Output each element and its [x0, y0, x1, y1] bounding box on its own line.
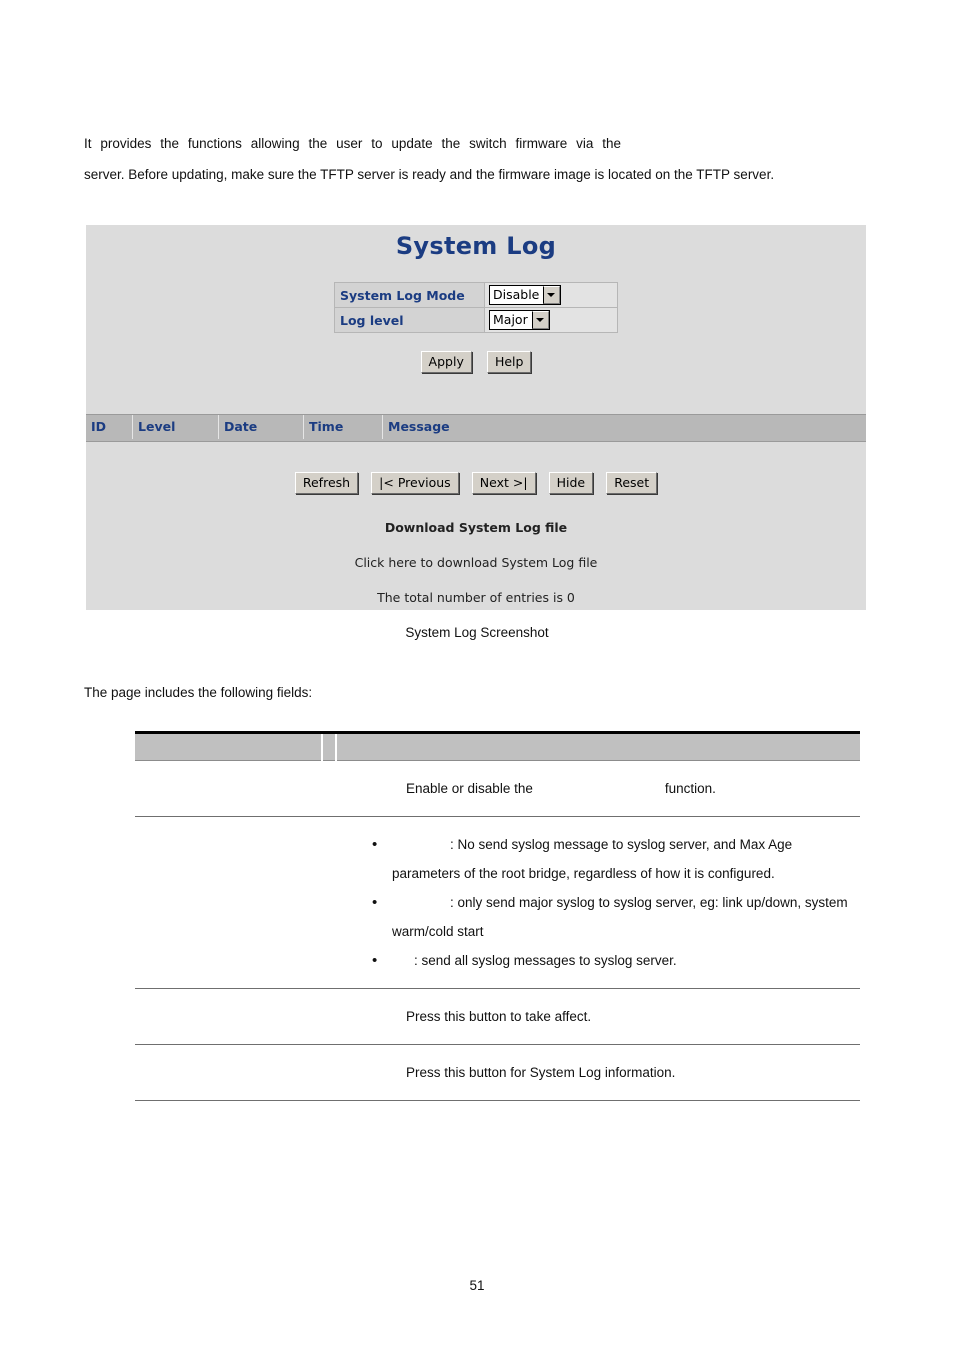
bullet-text-0: : No send syslog message to syslog serve… [392, 837, 793, 881]
fields-table-header-row [135, 734, 860, 761]
bullet-text-1: : only send major syslog to syslog serve… [392, 895, 848, 939]
table-row: Press this button for System Log informa… [135, 1044, 860, 1101]
fields-lead-in: The page includes the following fields: [84, 685, 313, 700]
page-number: 51 [469, 1278, 485, 1293]
apply-button[interactable]: Apply [420, 351, 472, 373]
column-header-level: Level [133, 415, 219, 439]
chevron-down-icon[interactable] [543, 286, 561, 305]
next-button[interactable]: Next >| [471, 472, 536, 494]
download-log-link[interactable]: Click here to download System Log file [86, 555, 866, 570]
column-header-id: ID [86, 415, 133, 439]
row0-text-after: function. [664, 781, 716, 796]
download-section-title: Download System Log file [384, 520, 568, 535]
hide-button[interactable]: Hide [548, 472, 594, 494]
table-row: Press this button to take affect. [135, 988, 860, 1045]
field-description-cell: Press this button to take affect. [336, 988, 860, 1045]
refresh-button[interactable]: Refresh [294, 472, 359, 494]
system-log-mode-select[interactable]: Disable [489, 285, 562, 306]
system-log-mode-label: System Log Mode [335, 283, 484, 307]
field-description-cell: Press this button for System Log informa… [336, 1044, 860, 1101]
settings-form: System Log Mode Disable Log level Major [334, 282, 618, 333]
log-level-value: Major [493, 312, 528, 328]
log-table-header: ID Level Date Time Message [86, 414, 866, 442]
table-row: Enable or disable the function. [135, 760, 860, 817]
field-name-cell [135, 988, 336, 1045]
help-button[interactable]: Help [486, 351, 532, 373]
row2-text: Press this button to take affect. [406, 1009, 592, 1024]
field-name-cell [135, 816, 336, 989]
page-title: System Log [395, 232, 557, 260]
list-item: : No send syslog message to syslog serve… [372, 830, 860, 888]
system-log-screenshot-panel: System Log System Log Mode Disable Log l… [86, 225, 866, 610]
field-description-cell: : No send syslog message to syslog serve… [336, 816, 860, 989]
column-header-divider [322, 734, 337, 761]
previous-button[interactable]: |< Previous [371, 472, 459, 494]
download-section: Download System Log file Click here to d… [86, 520, 866, 605]
form-row-log-level: Log level Major [335, 308, 617, 332]
column-header-message: Message [388, 419, 450, 434]
log-level-select[interactable]: Major [489, 310, 550, 331]
log-navigation-bar: Refresh |< Previous Next >| Hide Reset [86, 472, 866, 494]
field-name-cell [135, 760, 336, 817]
chevron-down-icon[interactable] [531, 311, 549, 330]
system-log-mode-cell: Disable [485, 283, 617, 307]
figure-caption: System Log Screenshot [405, 625, 549, 640]
column-header-object [135, 734, 323, 761]
log-level-cell: Major [485, 308, 617, 332]
form-row-system-log-mode: System Log Mode Disable [335, 283, 617, 307]
list-item: : only send major syslog to syslog serve… [372, 888, 860, 946]
row0-text-before: Enable or disable the [406, 781, 533, 796]
field-name-cell [135, 1044, 336, 1101]
entry-count-text: The total number of entries is 0 [377, 590, 575, 605]
form-action-bar: Apply Help [86, 351, 866, 373]
reset-button[interactable]: Reset [606, 472, 658, 494]
system-log-mode-value: Disable [493, 287, 540, 303]
intro-line-1: It provides the functions allowing the u… [84, 136, 621, 151]
table-row: : No send syslog message to syslog serve… [135, 816, 860, 989]
column-header-date: Date [219, 415, 304, 439]
bullet-text-2: : send all syslog messages to syslog ser… [414, 953, 677, 968]
log-level-options-list: : No send syslog message to syslog serve… [336, 830, 860, 975]
row3-text: Press this button for System Log informa… [406, 1065, 676, 1080]
fields-table: Enable or disable the function. : No send… [135, 731, 860, 1101]
log-level-label: Log level [335, 308, 484, 332]
intro-paragraph: It provides the functions allowing the u… [84, 128, 840, 190]
field-description-cell: Enable or disable the function. [336, 760, 860, 817]
intro-line-2: server. Before updating, make sure the T… [84, 167, 775, 182]
column-header-time: Time [304, 415, 383, 439]
list-item: : send all syslog messages to syslog ser… [372, 946, 860, 975]
column-header-description [336, 734, 860, 761]
